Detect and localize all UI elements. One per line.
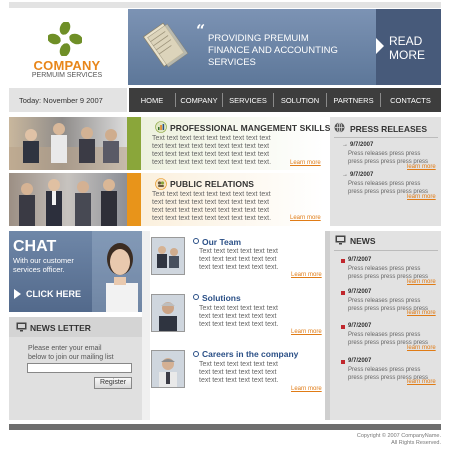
team-photo bbox=[151, 237, 185, 275]
feature-accent-bar bbox=[127, 173, 141, 226]
footer-bar bbox=[9, 424, 441, 430]
quote-icon: “ bbox=[196, 21, 206, 40]
monitor-icon bbox=[16, 322, 27, 332]
news-bullet-icon bbox=[341, 360, 345, 364]
news-date: 9/7/2007 bbox=[348, 257, 372, 263]
feature-accent-bar bbox=[127, 117, 141, 170]
press-releases-heading: PRESS RELEASES bbox=[350, 124, 427, 134]
banner-line-3: SERVICES bbox=[208, 57, 256, 68]
nav-contacts[interactable]: CONTACTS bbox=[381, 88, 440, 112]
learn-more-link[interactable]: Learn more bbox=[290, 160, 321, 166]
people-icon bbox=[155, 178, 167, 190]
copyright-text: Copyright © 2007 CompanyName. All Rights… bbox=[356, 433, 441, 446]
register-button[interactable]: Register bbox=[94, 377, 132, 389]
list-item-title[interactable]: Our Team bbox=[202, 237, 241, 247]
feature-title: PROFESSIONAL MANGEMENT SKILLS bbox=[170, 123, 331, 133]
globe-icon bbox=[334, 122, 345, 133]
news-date: 9/7/2007 bbox=[348, 358, 372, 364]
email-input[interactable] bbox=[27, 363, 132, 373]
news-heading: NEWS bbox=[350, 236, 376, 246]
newsletter-heading: NEWS LETTER bbox=[30, 323, 91, 333]
chart-icon bbox=[155, 121, 167, 133]
learn-more-link[interactable]: learn more bbox=[407, 279, 436, 285]
feature-text: Text text text text text text text text … bbox=[152, 191, 272, 222]
list-item-title[interactable]: Careers in the company bbox=[202, 349, 298, 359]
feature-text: Text text text text text text text text … bbox=[152, 135, 272, 166]
support-agent-photo bbox=[92, 231, 142, 312]
feature-title: PUBLIC RELATIONS bbox=[170, 179, 255, 189]
bullet-icon bbox=[193, 238, 199, 244]
solutions-photo bbox=[151, 294, 185, 332]
current-date: Today: November 9 2007 bbox=[19, 96, 103, 105]
nav-solution[interactable]: SOLUTION bbox=[274, 88, 326, 112]
divider bbox=[334, 137, 438, 138]
learn-more-link[interactable]: Learn more bbox=[290, 215, 321, 221]
news-panel bbox=[330, 231, 441, 420]
chat-click-here-button[interactable]: CLICK HERE bbox=[26, 289, 81, 299]
press-date: 9/7/2007 bbox=[350, 142, 374, 148]
learn-more-link[interactable]: learn more bbox=[407, 194, 436, 200]
list-item-title[interactable]: Solutions bbox=[202, 293, 241, 303]
middle-list-edge bbox=[142, 231, 150, 420]
monitor-icon bbox=[335, 235, 346, 245]
learn-more-link[interactable]: learn more bbox=[407, 379, 436, 385]
logo-name: COMPANY bbox=[33, 58, 101, 73]
banner-line-2: FINANCE AND ACCOUNTING bbox=[208, 45, 338, 56]
learn-more-link[interactable]: learn more bbox=[407, 164, 436, 170]
business-people-photo bbox=[9, 173, 127, 226]
learn-more-link[interactable]: learn more bbox=[407, 310, 436, 316]
arrow-right-icon: → bbox=[342, 142, 348, 148]
arrow-right-icon bbox=[376, 38, 384, 54]
news-date: 9/7/2007 bbox=[348, 323, 372, 329]
banner-line-1: PROVIDING PREMUIM bbox=[208, 33, 309, 44]
play-arrow-icon bbox=[14, 289, 21, 299]
learn-more-link[interactable]: Learn more bbox=[291, 329, 322, 335]
read-more-label[interactable]: READ MORE bbox=[389, 34, 439, 62]
logo-tagline: PERMUIM SERVICES bbox=[31, 72, 103, 79]
meeting-photo bbox=[9, 117, 127, 170]
logo-icon[interactable] bbox=[48, 22, 82, 56]
divider bbox=[334, 250, 438, 251]
arrow-right-icon: → bbox=[342, 172, 348, 178]
press-date: 9/7/2007 bbox=[350, 172, 374, 178]
list-item-text: Text text text text text text text text … bbox=[199, 248, 279, 271]
main-nav: HOME COMPANY SERVICES SOLUTION PARTNERS … bbox=[129, 88, 441, 112]
document-icon bbox=[142, 22, 189, 68]
newsletter-text: Please enter your email below to join ou… bbox=[28, 345, 114, 361]
bullet-icon bbox=[193, 294, 199, 300]
chat-title[interactable]: CHAT bbox=[13, 238, 56, 256]
list-item-text: Text text text text text text text text … bbox=[199, 361, 279, 384]
nav-company[interactable]: COMPANY bbox=[176, 88, 222, 112]
nav-services[interactable]: SERVICES bbox=[223, 88, 273, 112]
chat-text: With our customer services officer. bbox=[13, 256, 74, 274]
nav-home[interactable]: HOME bbox=[129, 88, 175, 112]
list-item-text: Text text text text text text text text … bbox=[199, 305, 279, 328]
learn-more-link[interactable]: Learn more bbox=[291, 386, 322, 392]
news-bullet-icon bbox=[341, 291, 345, 295]
nav-partners[interactable]: PARTNERS bbox=[327, 88, 380, 112]
top-strip bbox=[9, 2, 441, 8]
learn-more-link[interactable]: Learn more bbox=[291, 272, 322, 278]
careers-photo bbox=[151, 350, 185, 388]
news-bullet-icon bbox=[341, 325, 345, 329]
news-date: 9/7/2007 bbox=[348, 289, 372, 295]
learn-more-link[interactable]: learn more bbox=[407, 345, 436, 351]
news-bullet-icon bbox=[341, 259, 345, 263]
bullet-icon bbox=[193, 351, 199, 357]
